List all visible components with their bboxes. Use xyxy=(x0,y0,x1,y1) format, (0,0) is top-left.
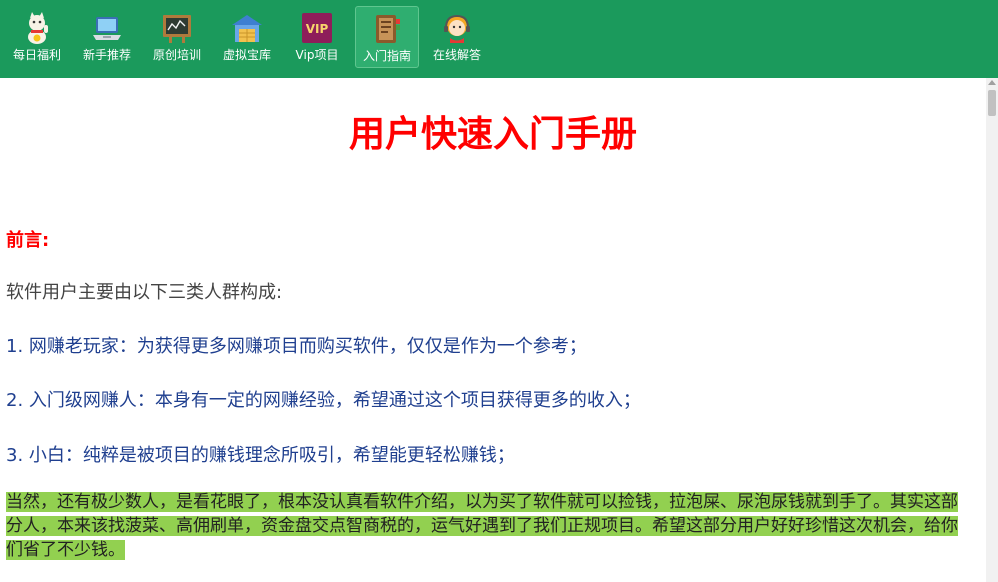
guide-book-icon xyxy=(376,15,400,43)
intro-text: 软件用户主要由以下三类人群构成: xyxy=(6,282,283,303)
page-title: 用户快速入门手册 xyxy=(348,114,637,155)
scroll-thumb[interactable] xyxy=(988,90,996,116)
tool-newbie-recommend[interactable]: 新手推荐 xyxy=(75,6,139,68)
tool-label: Vip项目 xyxy=(295,48,339,62)
user-group-item: 3. 小白：纯粹是被项目的赚钱理念所吸引，希望能更轻松赚钱； xyxy=(6,445,515,466)
top-toolbar: 每日福利 新手推荐 原创培训 虚拟宝库 VIP Vip项目 入门指南 在线解答 xyxy=(0,0,998,78)
preface-heading: 前言: xyxy=(6,230,50,251)
tool-label: 入门指南 xyxy=(362,49,411,63)
tool-daily-welfare[interactable]: 每日福利 xyxy=(5,6,69,68)
lucky-cat-icon xyxy=(28,12,48,44)
tool-online-answers[interactable]: 在线解答 xyxy=(425,6,489,68)
tool-original-training[interactable]: 原创培训 xyxy=(145,6,209,68)
tool-virtual-treasury[interactable]: 虚拟宝库 xyxy=(215,6,279,68)
highlighted-paragraph: 当然，还有极少数人，是看花眼了，根本没认真看软件介绍，以为买了软件就可以捡钱，拉… xyxy=(6,490,968,562)
warehouse-icon xyxy=(232,15,262,42)
vip-badge-text: VIP xyxy=(306,22,329,36)
vip-icon: VIP xyxy=(302,13,332,43)
tool-label: 新手推荐 xyxy=(82,48,131,62)
user-group-item: 1. 网赚老玩家：为获得更多网赚项目而购买软件，仅仅是作为一个参考； xyxy=(6,336,587,357)
vertical-scrollbar[interactable] xyxy=(986,78,998,582)
tool-getting-started-guide[interactable]: 入门指南 xyxy=(355,6,419,68)
user-group-item: 2. 入门级网赚人：本身有一定的网赚经验，希望通过这个项目获得更多的收入； xyxy=(6,390,641,411)
highlighted-text: 当然，还有极少数人，是看花眼了，根本没认真看软件介绍，以为买了软件就可以捡钱，拉… xyxy=(6,492,958,560)
laptop-icon xyxy=(93,17,121,40)
article-content: 用户快速入门手册 前言: 软件用户主要由以下三类人群构成: 1. 网赚老玩家：为… xyxy=(0,78,986,582)
tool-label: 虚拟宝库 xyxy=(222,48,271,62)
scroll-up-arrow-icon[interactable] xyxy=(988,80,996,85)
tool-label: 在线解答 xyxy=(432,48,481,62)
customer-service-icon xyxy=(444,14,470,43)
blackboard-icon xyxy=(163,15,191,43)
tool-label: 每日福利 xyxy=(12,48,61,62)
tool-vip-project[interactable]: VIP Vip项目 xyxy=(285,6,349,68)
tool-label: 原创培训 xyxy=(152,48,201,62)
